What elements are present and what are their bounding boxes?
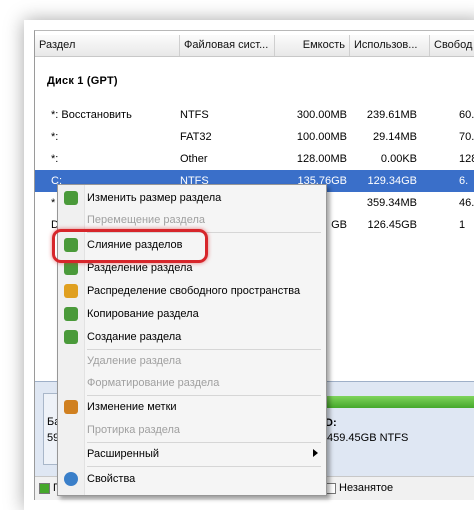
menu-item-label: Распределение свободного пространства: [87, 285, 301, 297]
menu-item-label: Создание раздела: [87, 331, 182, 343]
partition-used: 29.14MB: [372, 131, 417, 143]
menu-item-change-label[interactable]: Изменение метки: [58, 396, 326, 418]
partition-used: 359.34MB: [366, 197, 417, 209]
table-row[interactable]: *: Other 128.00MB 0.00KB 128: [35, 148, 474, 170]
properties-icon: [64, 472, 78, 486]
submenu-arrow-icon: [313, 449, 318, 457]
partition-capacity: 300.00MB: [296, 109, 347, 121]
menu-item-advanced[interactable]: Расширенный: [58, 443, 326, 465]
table-row[interactable]: *: Восстановить NTFS 300.00MB 239.61MB 6…: [35, 104, 474, 126]
column-header-capacity[interactable]: Емкость: [275, 35, 350, 56]
partition-fs: NTFS: [180, 109, 209, 121]
partition-free: 128: [459, 153, 474, 165]
table-header: Раздел Файловая сист... Емкость Использо…: [35, 35, 474, 57]
menu-item-label: Изменение метки: [87, 401, 177, 413]
menu-item-properties[interactable]: Свойства: [58, 468, 326, 490]
label-icon: [64, 400, 78, 414]
partition-free: 1: [459, 219, 466, 231]
menu-item-label: Форматирование раздела: [87, 377, 220, 389]
menu-item-label: Протирка раздела: [87, 424, 181, 436]
partition-used: 0.00KB: [380, 153, 417, 165]
partition-capacity: 100.00MB: [296, 131, 347, 143]
legend-unallocated-label: Незанятое: [339, 482, 394, 494]
partition-capacity: 128.00MB: [296, 153, 347, 165]
menu-item-move: Перемещение раздела: [58, 209, 326, 231]
column-header-used[interactable]: Использов...: [350, 35, 430, 56]
partition-free: 46.: [459, 197, 474, 209]
legend-primary-swatch: [39, 483, 50, 494]
merge-highlight-ring: [52, 229, 208, 263]
menu-item-copy[interactable]: Копирование раздела: [58, 303, 326, 325]
partition-name: *: [51, 197, 56, 209]
menu-separator: [87, 466, 321, 467]
partition-fs: Other: [180, 153, 208, 165]
menu-item-allocate-free-space[interactable]: Распределение свободного пространства: [58, 280, 326, 302]
menu-item-format: Форматирование раздела: [58, 372, 326, 394]
column-header-partition[interactable]: Раздел: [35, 35, 180, 56]
partition-free: 60.: [459, 109, 474, 121]
create-icon: [64, 330, 78, 344]
menu-item-resize[interactable]: Изменить размер раздела: [58, 187, 326, 209]
partition-d-info: 459.45GB NTFS: [327, 432, 409, 444]
partition-name: *:: [51, 131, 59, 143]
partition-capacity: GB: [331, 219, 347, 231]
menu-item-wipe: Протирка раздела: [58, 419, 326, 441]
menu-item-label: Удаление раздела: [87, 355, 182, 367]
partition-used: 126.45GB: [367, 219, 417, 231]
split-icon: [64, 261, 78, 275]
partition-free: 70.: [459, 131, 474, 143]
usage-bar: [325, 396, 474, 408]
partition-name: *:: [51, 153, 59, 165]
partition-free: 6.: [459, 175, 469, 187]
menu-item-create[interactable]: Создание раздела: [58, 326, 326, 348]
menu-item-label: Перемещение раздела: [87, 214, 205, 226]
copy-icon: [64, 307, 78, 321]
partition-name: *: Восстановить: [51, 109, 132, 121]
menu-item-label: Расширенный: [87, 448, 159, 460]
menu-item-label: Изменить размер раздела: [87, 192, 222, 204]
allocate-icon: [64, 284, 78, 298]
menu-item-delete: Удаление раздела: [58, 350, 326, 372]
column-header-free[interactable]: Свобод: [430, 35, 474, 56]
partition-fs: FAT32: [180, 131, 212, 143]
resize-icon: [64, 191, 78, 205]
table-row[interactable]: *: FAT32 100.00MB 29.14MB 70.: [35, 126, 474, 148]
partition-used: 129.34GB: [367, 175, 417, 187]
menu-item-label: Свойства: [87, 473, 136, 485]
partition-used: 239.61MB: [366, 109, 417, 121]
disk-title: Диск 1 (GPT): [47, 75, 118, 87]
column-header-filesystem[interactable]: Файловая сист...: [180, 35, 275, 56]
menu-item-label: Копирование раздела: [87, 308, 199, 320]
